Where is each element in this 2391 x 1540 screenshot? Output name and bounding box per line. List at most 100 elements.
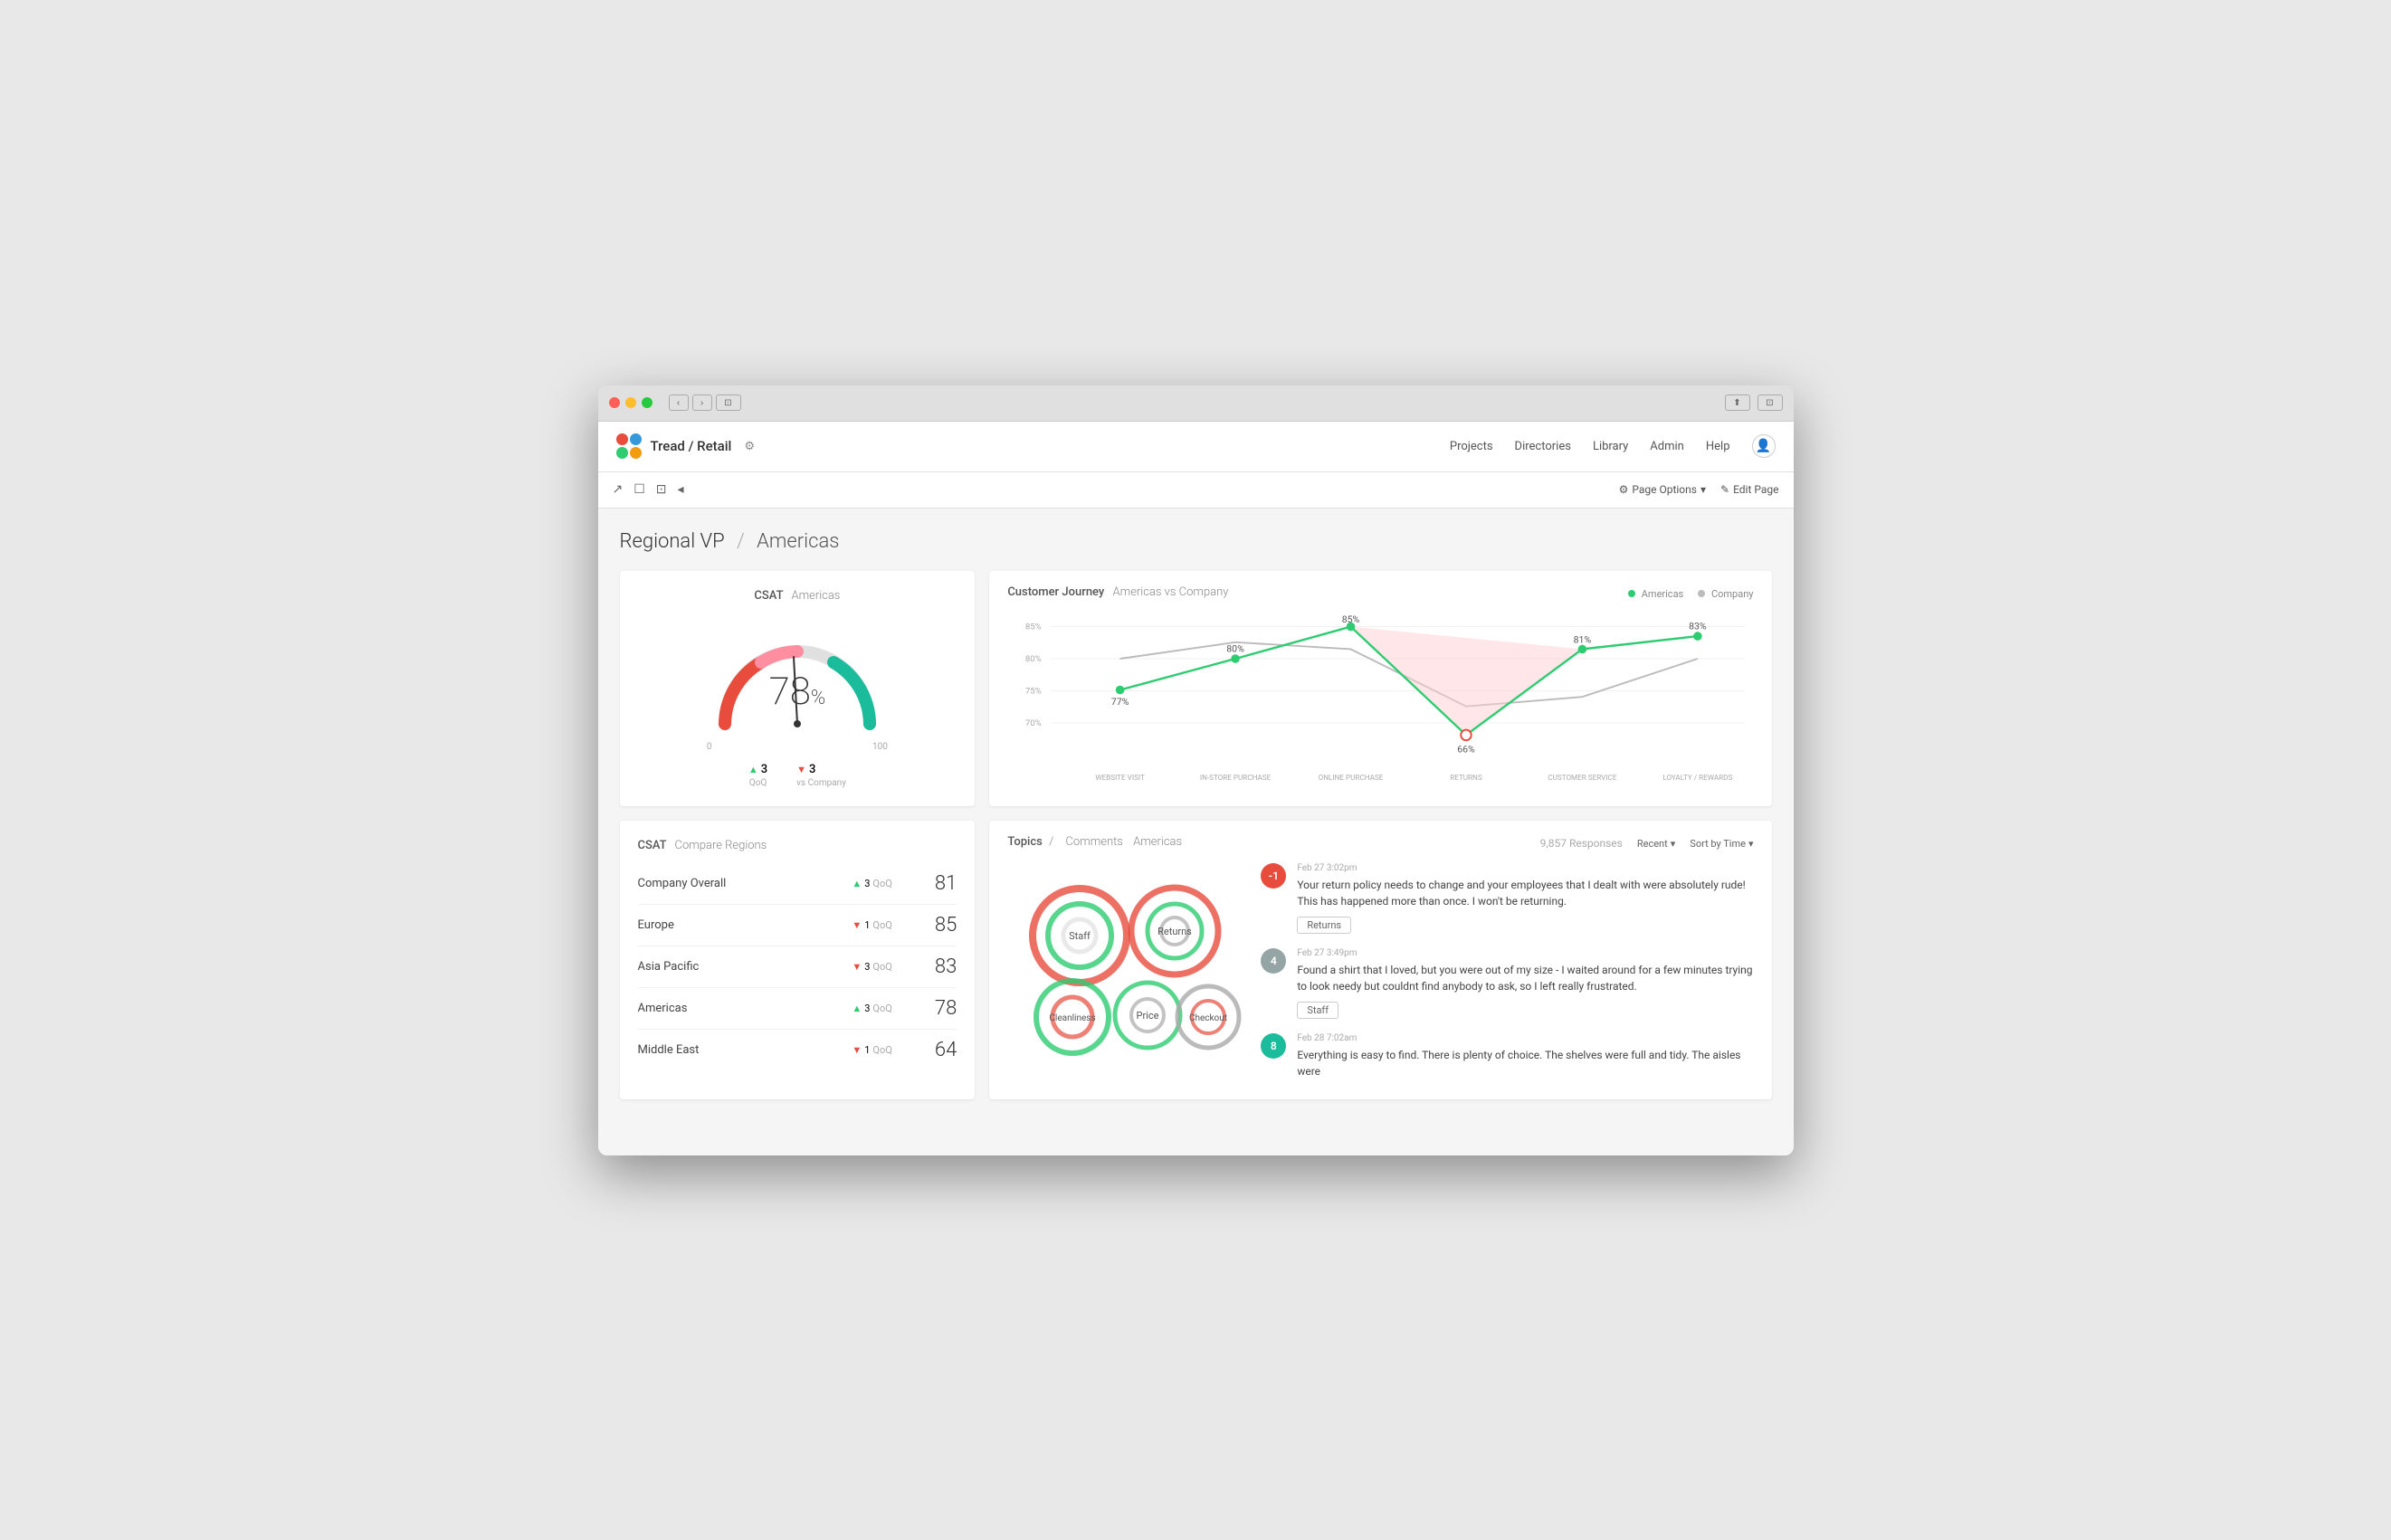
- comment-badge-neutral: 4: [1261, 948, 1286, 974]
- gear-icon: ⚙: [1619, 483, 1629, 496]
- legend-americas-dot: [1628, 590, 1635, 597]
- user-icon[interactable]: 👤: [1752, 434, 1776, 458]
- maximize-button[interactable]: [642, 397, 653, 408]
- csat-card: CSAT Americas: [620, 571, 976, 806]
- recent-filter-button[interactable]: Recent ▾: [1637, 838, 1675, 850]
- svg-text:Price: Price: [1137, 1010, 1159, 1022]
- bubble-chart: Staff Returns Cleanliness: [1007, 863, 1243, 1062]
- responses-count: 9,857 Responses: [1540, 837, 1623, 850]
- nav-help[interactable]: Help: [1706, 440, 1730, 453]
- svg-text:Checkout: Checkout: [1189, 1013, 1227, 1023]
- svg-text:80%: 80%: [1025, 653, 1042, 663]
- nav-library[interactable]: Library: [1593, 440, 1628, 453]
- vs-company-metric: ▼ 3 vs Company: [796, 763, 846, 788]
- titlebar-actions: ⬆ ⊡: [1725, 395, 1783, 411]
- copy-button[interactable]: ⊡: [1758, 395, 1783, 411]
- comment-text: Everything is easy to find. There is ple…: [1297, 1047, 1753, 1079]
- comment-date: Feb 27 3:02pm: [1297, 863, 1753, 873]
- comment-text: Your return policy needs to change and y…: [1297, 877, 1753, 909]
- svg-text:Staff: Staff: [1069, 930, 1091, 942]
- comment-badge-positive: 8: [1261, 1033, 1286, 1059]
- journey-chart-svg: 85% 80% 75% 70%: [1007, 610, 1753, 791]
- svg-text:CUSTOMER SERVICE: CUSTOMER SERVICE: [1548, 773, 1617, 782]
- close-button[interactable]: [609, 397, 620, 408]
- nav-projects[interactable]: Projects: [1450, 440, 1493, 453]
- svg-text:85%: 85%: [1342, 613, 1360, 624]
- arrow-down-icon: ▼: [852, 919, 862, 931]
- page-title: Regional VP / Americas: [620, 530, 1772, 553]
- header-nav: Projects Directories Library Admin Help …: [1450, 434, 1776, 458]
- svg-text:70%: 70%: [1025, 718, 1042, 727]
- arrow-up-icon: ▲: [852, 1003, 862, 1014]
- dashboard-grid: CSAT Americas: [620, 571, 1772, 1099]
- compare-title: CSAT Compare Regions: [638, 839, 957, 852]
- brand-title: Tread / Retail: [651, 438, 732, 454]
- settings-icon[interactable]: ⚙: [744, 440, 755, 453]
- gauge-meta: ▲ 3 QoQ ▼ 3 vs Company: [748, 763, 846, 788]
- svg-text:Returns: Returns: [1157, 926, 1192, 937]
- comment-item: -1 Feb 27 3:02pm Your return policy need…: [1261, 863, 1753, 934]
- region-row: Europe ▼ 1 QoQ 85: [638, 905, 957, 946]
- topics-title: Topics / Comments Americas: [1007, 835, 1182, 849]
- svg-text:LOYALTY / REWARDS: LOYALTY / REWARDS: [1663, 773, 1733, 782]
- gauge-value: 78%: [769, 670, 826, 714]
- toolbar-layout-icon[interactable]: ⊡: [656, 482, 667, 497]
- nav-forward-button[interactable]: ›: [692, 395, 712, 411]
- nav-admin[interactable]: Admin: [1650, 440, 1684, 453]
- titlebar-nav: ‹ › ⊡: [669, 395, 741, 411]
- legend-company-dot: [1698, 590, 1705, 597]
- svg-text:66%: 66%: [1458, 743, 1476, 755]
- journey-card: Customer Journey Americas vs Company Ame…: [989, 571, 1771, 806]
- arrow-down-icon: ▼: [796, 764, 806, 775]
- logo-dot-orange: [630, 447, 642, 459]
- arrow-up-icon: ▲: [748, 764, 758, 775]
- logo-dot-green: [616, 447, 628, 459]
- sort-by-time-button[interactable]: Sort by Time ▾: [1690, 838, 1753, 850]
- logo-dot-blue: [630, 433, 642, 445]
- titlebar: ‹ › ⊡ ⬆ ⊡: [598, 385, 1794, 422]
- comment-date: Feb 27 3:49pm: [1297, 948, 1753, 958]
- gauge-labels: 0 100: [707, 742, 888, 752]
- journey-header: Customer Journey Americas vs Company Ame…: [1007, 585, 1753, 603]
- edit-page-button[interactable]: ✎ Edit Page: [1720, 483, 1779, 496]
- comment-item: 8 Feb 28 7:02am Everything is easy to fi…: [1261, 1033, 1753, 1085]
- brand: Tread / Retail ⚙: [616, 433, 756, 459]
- app-header: Tread / Retail ⚙ Projects Directories Li…: [598, 422, 1794, 472]
- traffic-lights: [609, 397, 653, 408]
- share-button[interactable]: ⬆: [1725, 395, 1750, 411]
- svg-text:IN-STORE PURCHASE: IN-STORE PURCHASE: [1200, 773, 1272, 782]
- bubble-chart-svg: Staff Returns Cleanliness: [1007, 863, 1243, 1062]
- main-content: Regional VP / Americas CSAT Americas: [598, 509, 1794, 1155]
- svg-text:Cleanliness: Cleanliness: [1050, 1013, 1096, 1023]
- region-row: Company Overall ▲ 3 QoQ 81: [638, 863, 957, 905]
- comment-tag[interactable]: Staff: [1297, 1002, 1338, 1019]
- nav-back-button[interactable]: ‹: [669, 395, 689, 411]
- svg-text:77%: 77%: [1111, 695, 1129, 707]
- minimize-button[interactable]: [625, 397, 636, 408]
- svg-text:WEBSITE VISIT: WEBSITE VISIT: [1096, 773, 1146, 782]
- svg-text:81%: 81%: [1574, 633, 1592, 645]
- toolbar-share-icon[interactable]: ↗: [613, 482, 624, 497]
- qoq-metric: ▲ 3 QoQ: [748, 763, 767, 788]
- region-row: Middle East ▼ 1 QoQ 64: [638, 1030, 957, 1070]
- nav-layout-button[interactable]: ⊡: [716, 395, 741, 411]
- arrow-down-icon: ▼: [852, 1044, 862, 1056]
- compare-regions-card: CSAT Compare Regions Company Overall ▲ 3…: [620, 821, 976, 1099]
- toolbar-icons: ↗ ☐ ⊡ ◂: [613, 482, 684, 497]
- logo-dot-red: [616, 433, 628, 445]
- svg-text:80%: 80%: [1227, 642, 1245, 654]
- page-options-button[interactable]: ⚙ Page Options ▾: [1619, 483, 1706, 496]
- toolbar-save-icon[interactable]: ☐: [633, 482, 645, 497]
- region-row: Asia Pacific ▼ 3 QoQ 83: [638, 946, 957, 988]
- comment-tag[interactable]: Returns: [1297, 917, 1351, 934]
- toolbar-back-icon[interactable]: ◂: [678, 482, 684, 497]
- svg-text:ONLINE PURCHASE: ONLINE PURCHASE: [1319, 773, 1384, 782]
- svg-text:RETURNS: RETURNS: [1451, 773, 1483, 782]
- brand-logo: [616, 433, 642, 459]
- nav-directories[interactable]: Directories: [1515, 440, 1571, 453]
- arrow-up-icon: ▲: [852, 878, 862, 889]
- toolbar-right: ⚙ Page Options ▾ ✎ Edit Page: [1619, 483, 1779, 496]
- topics-comments-card: Topics / Comments Americas 9,857 Respons…: [989, 821, 1771, 1099]
- toolbar: ↗ ☐ ⊡ ◂ ⚙ Page Options ▾ ✎ Edit Page: [598, 472, 1794, 509]
- csat-title: CSAT Americas: [754, 589, 840, 603]
